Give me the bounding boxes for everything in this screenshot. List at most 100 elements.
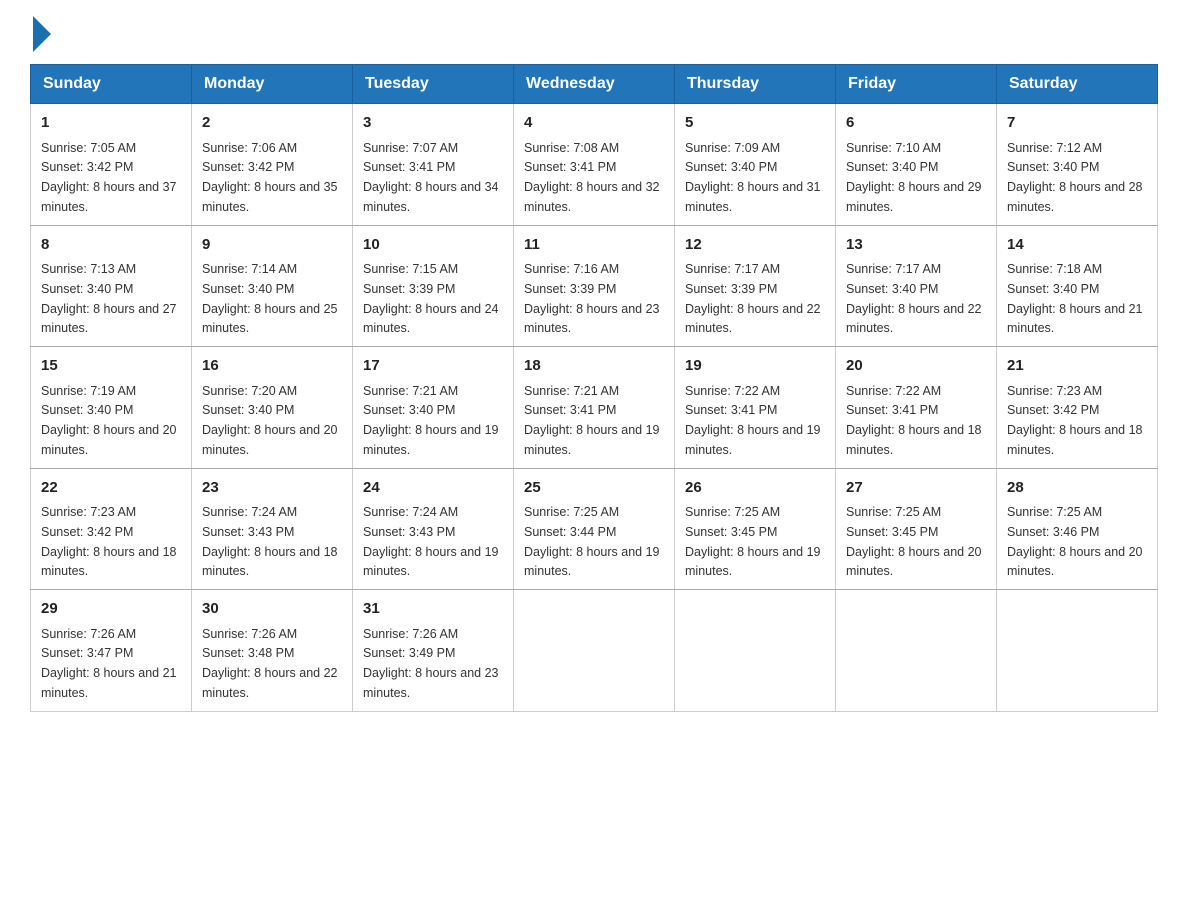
day-cell: 4Sunrise: 7:08 AMSunset: 3:41 PMDaylight… <box>514 104 675 226</box>
day-info: Sunrise: 7:14 AMSunset: 3:40 PMDaylight:… <box>202 262 338 335</box>
logo-arrow-icon <box>33 16 51 52</box>
day-number: 20 <box>846 355 986 378</box>
calendar-table: SundayMondayTuesdayWednesdayThursdayFrid… <box>30 64 1158 712</box>
day-number: 21 <box>1007 355 1147 378</box>
week-row-5: 29 Sunrise: 7:26 AMSunset: 3:47 PMDayligh… <box>31 590 1158 712</box>
day-number: 14 <box>1007 234 1147 257</box>
day-number: 25 <box>524 477 664 500</box>
day-cell <box>514 590 675 712</box>
day-info: Sunrise: 7:09 AMSunset: 3:40 PMDaylight:… <box>685 141 821 214</box>
day-cell: 20 Sunrise: 7:22 AMSunset: 3:41 PMDayligh… <box>836 347 997 469</box>
day-info: Sunrise: 7:22 AMSunset: 3:41 PMDaylight:… <box>846 384 982 457</box>
day-cell: 21 Sunrise: 7:23 AMSunset: 3:42 PMDayligh… <box>997 347 1158 469</box>
day-info: Sunrise: 7:26 AMSunset: 3:49 PMDaylight:… <box>363 627 499 700</box>
day-cell: 12Sunrise: 7:17 AMSunset: 3:39 PMDayligh… <box>675 225 836 347</box>
day-info: Sunrise: 7:17 AMSunset: 3:40 PMDaylight:… <box>846 262 982 335</box>
day-cell <box>675 590 836 712</box>
day-number: 13 <box>846 234 986 257</box>
day-number: 26 <box>685 477 825 500</box>
calendar-header-row: SundayMondayTuesdayWednesdayThursdayFrid… <box>31 65 1158 104</box>
day-cell <box>836 590 997 712</box>
day-number: 1 <box>41 112 181 135</box>
week-row-3: 15 Sunrise: 7:19 AMSunset: 3:40 PMDayligh… <box>31 347 1158 469</box>
day-info: Sunrise: 7:25 AMSunset: 3:45 PMDaylight:… <box>846 505 982 578</box>
day-number: 29 <box>41 598 181 621</box>
day-cell: 18 Sunrise: 7:21 AMSunset: 3:41 PMDayligh… <box>514 347 675 469</box>
day-info: Sunrise: 7:17 AMSunset: 3:39 PMDaylight:… <box>685 262 821 335</box>
day-number: 22 <box>41 477 181 500</box>
day-info: Sunrise: 7:16 AMSunset: 3:39 PMDaylight:… <box>524 262 660 335</box>
day-number: 9 <box>202 234 342 257</box>
day-cell: 10 Sunrise: 7:15 AMSunset: 3:39 PMDayligh… <box>353 225 514 347</box>
day-number: 17 <box>363 355 503 378</box>
day-info: Sunrise: 7:24 AMSunset: 3:43 PMDaylight:… <box>202 505 338 578</box>
column-header-tuesday: Tuesday <box>353 65 514 104</box>
column-header-sunday: Sunday <box>31 65 192 104</box>
day-info: Sunrise: 7:10 AMSunset: 3:40 PMDaylight:… <box>846 141 982 214</box>
day-info: Sunrise: 7:12 AMSunset: 3:40 PMDaylight:… <box>1007 141 1143 214</box>
day-info: Sunrise: 7:26 AMSunset: 3:47 PMDaylight:… <box>41 627 177 700</box>
day-info: Sunrise: 7:15 AMSunset: 3:39 PMDaylight:… <box>363 262 499 335</box>
day-number: 2 <box>202 112 342 135</box>
day-cell: 7 Sunrise: 7:12 AMSunset: 3:40 PMDaylight… <box>997 104 1158 226</box>
column-header-monday: Monday <box>192 65 353 104</box>
day-number: 28 <box>1007 477 1147 500</box>
day-info: Sunrise: 7:19 AMSunset: 3:40 PMDaylight:… <box>41 384 177 457</box>
day-cell: 27Sunrise: 7:25 AMSunset: 3:45 PMDayligh… <box>836 468 997 590</box>
day-number: 18 <box>524 355 664 378</box>
day-cell: 15 Sunrise: 7:19 AMSunset: 3:40 PMDayligh… <box>31 347 192 469</box>
day-cell: 8Sunrise: 7:13 AMSunset: 3:40 PMDaylight… <box>31 225 192 347</box>
day-number: 30 <box>202 598 342 621</box>
day-cell: 26 Sunrise: 7:25 AMSunset: 3:45 PMDayligh… <box>675 468 836 590</box>
day-number: 19 <box>685 355 825 378</box>
day-number: 24 <box>363 477 503 500</box>
day-info: Sunrise: 7:06 AMSunset: 3:42 PMDaylight:… <box>202 141 338 214</box>
day-info: Sunrise: 7:08 AMSunset: 3:41 PMDaylight:… <box>524 141 660 214</box>
day-info: Sunrise: 7:25 AMSunset: 3:44 PMDaylight:… <box>524 505 660 578</box>
day-number: 31 <box>363 598 503 621</box>
day-info: Sunrise: 7:20 AMSunset: 3:40 PMDaylight:… <box>202 384 338 457</box>
day-number: 6 <box>846 112 986 135</box>
day-cell: 17Sunrise: 7:21 AMSunset: 3:40 PMDayligh… <box>353 347 514 469</box>
day-cell: 13 Sunrise: 7:17 AMSunset: 3:40 PMDayligh… <box>836 225 997 347</box>
day-cell: 24 Sunrise: 7:24 AMSunset: 3:43 PMDayligh… <box>353 468 514 590</box>
day-info: Sunrise: 7:25 AMSunset: 3:46 PMDaylight:… <box>1007 505 1143 578</box>
day-number: 3 <box>363 112 503 135</box>
column-header-wednesday: Wednesday <box>514 65 675 104</box>
day-number: 7 <box>1007 112 1147 135</box>
day-cell: 25 Sunrise: 7:25 AMSunset: 3:44 PMDayligh… <box>514 468 675 590</box>
day-cell: 31 Sunrise: 7:26 AMSunset: 3:49 PMDayligh… <box>353 590 514 712</box>
page-header <box>30 20 1158 44</box>
day-number: 15 <box>41 355 181 378</box>
day-number: 16 <box>202 355 342 378</box>
day-info: Sunrise: 7:21 AMSunset: 3:41 PMDaylight:… <box>524 384 660 457</box>
week-row-1: 1Sunrise: 7:05 AMSunset: 3:42 PMDaylight… <box>31 104 1158 226</box>
day-info: Sunrise: 7:22 AMSunset: 3:41 PMDaylight:… <box>685 384 821 457</box>
week-row-2: 8Sunrise: 7:13 AMSunset: 3:40 PMDaylight… <box>31 225 1158 347</box>
day-info: Sunrise: 7:23 AMSunset: 3:42 PMDaylight:… <box>41 505 177 578</box>
day-cell: 29 Sunrise: 7:26 AMSunset: 3:47 PMDayligh… <box>31 590 192 712</box>
day-number: 10 <box>363 234 503 257</box>
day-info: Sunrise: 7:23 AMSunset: 3:42 PMDaylight:… <box>1007 384 1143 457</box>
day-cell: 5Sunrise: 7:09 AMSunset: 3:40 PMDaylight… <box>675 104 836 226</box>
day-cell: 11 Sunrise: 7:16 AMSunset: 3:39 PMDayligh… <box>514 225 675 347</box>
day-cell: 9 Sunrise: 7:14 AMSunset: 3:40 PMDaylight… <box>192 225 353 347</box>
day-number: 11 <box>524 234 664 257</box>
day-cell: 23 Sunrise: 7:24 AMSunset: 3:43 PMDayligh… <box>192 468 353 590</box>
day-cell <box>997 590 1158 712</box>
logo <box>30 20 51 44</box>
day-number: 23 <box>202 477 342 500</box>
day-cell: 16 Sunrise: 7:20 AMSunset: 3:40 PMDayligh… <box>192 347 353 469</box>
week-row-4: 22 Sunrise: 7:23 AMSunset: 3:42 PMDayligh… <box>31 468 1158 590</box>
day-cell: 14 Sunrise: 7:18 AMSunset: 3:40 PMDayligh… <box>997 225 1158 347</box>
column-header-saturday: Saturday <box>997 65 1158 104</box>
day-cell: 28 Sunrise: 7:25 AMSunset: 3:46 PMDayligh… <box>997 468 1158 590</box>
day-number: 8 <box>41 234 181 257</box>
day-cell: 19 Sunrise: 7:22 AMSunset: 3:41 PMDayligh… <box>675 347 836 469</box>
day-cell: 1Sunrise: 7:05 AMSunset: 3:42 PMDaylight… <box>31 104 192 226</box>
day-info: Sunrise: 7:18 AMSunset: 3:40 PMDaylight:… <box>1007 262 1143 335</box>
day-cell: 2 Sunrise: 7:06 AMSunset: 3:42 PMDaylight… <box>192 104 353 226</box>
day-info: Sunrise: 7:25 AMSunset: 3:45 PMDaylight:… <box>685 505 821 578</box>
day-info: Sunrise: 7:07 AMSunset: 3:41 PMDaylight:… <box>363 141 499 214</box>
day-info: Sunrise: 7:24 AMSunset: 3:43 PMDaylight:… <box>363 505 499 578</box>
